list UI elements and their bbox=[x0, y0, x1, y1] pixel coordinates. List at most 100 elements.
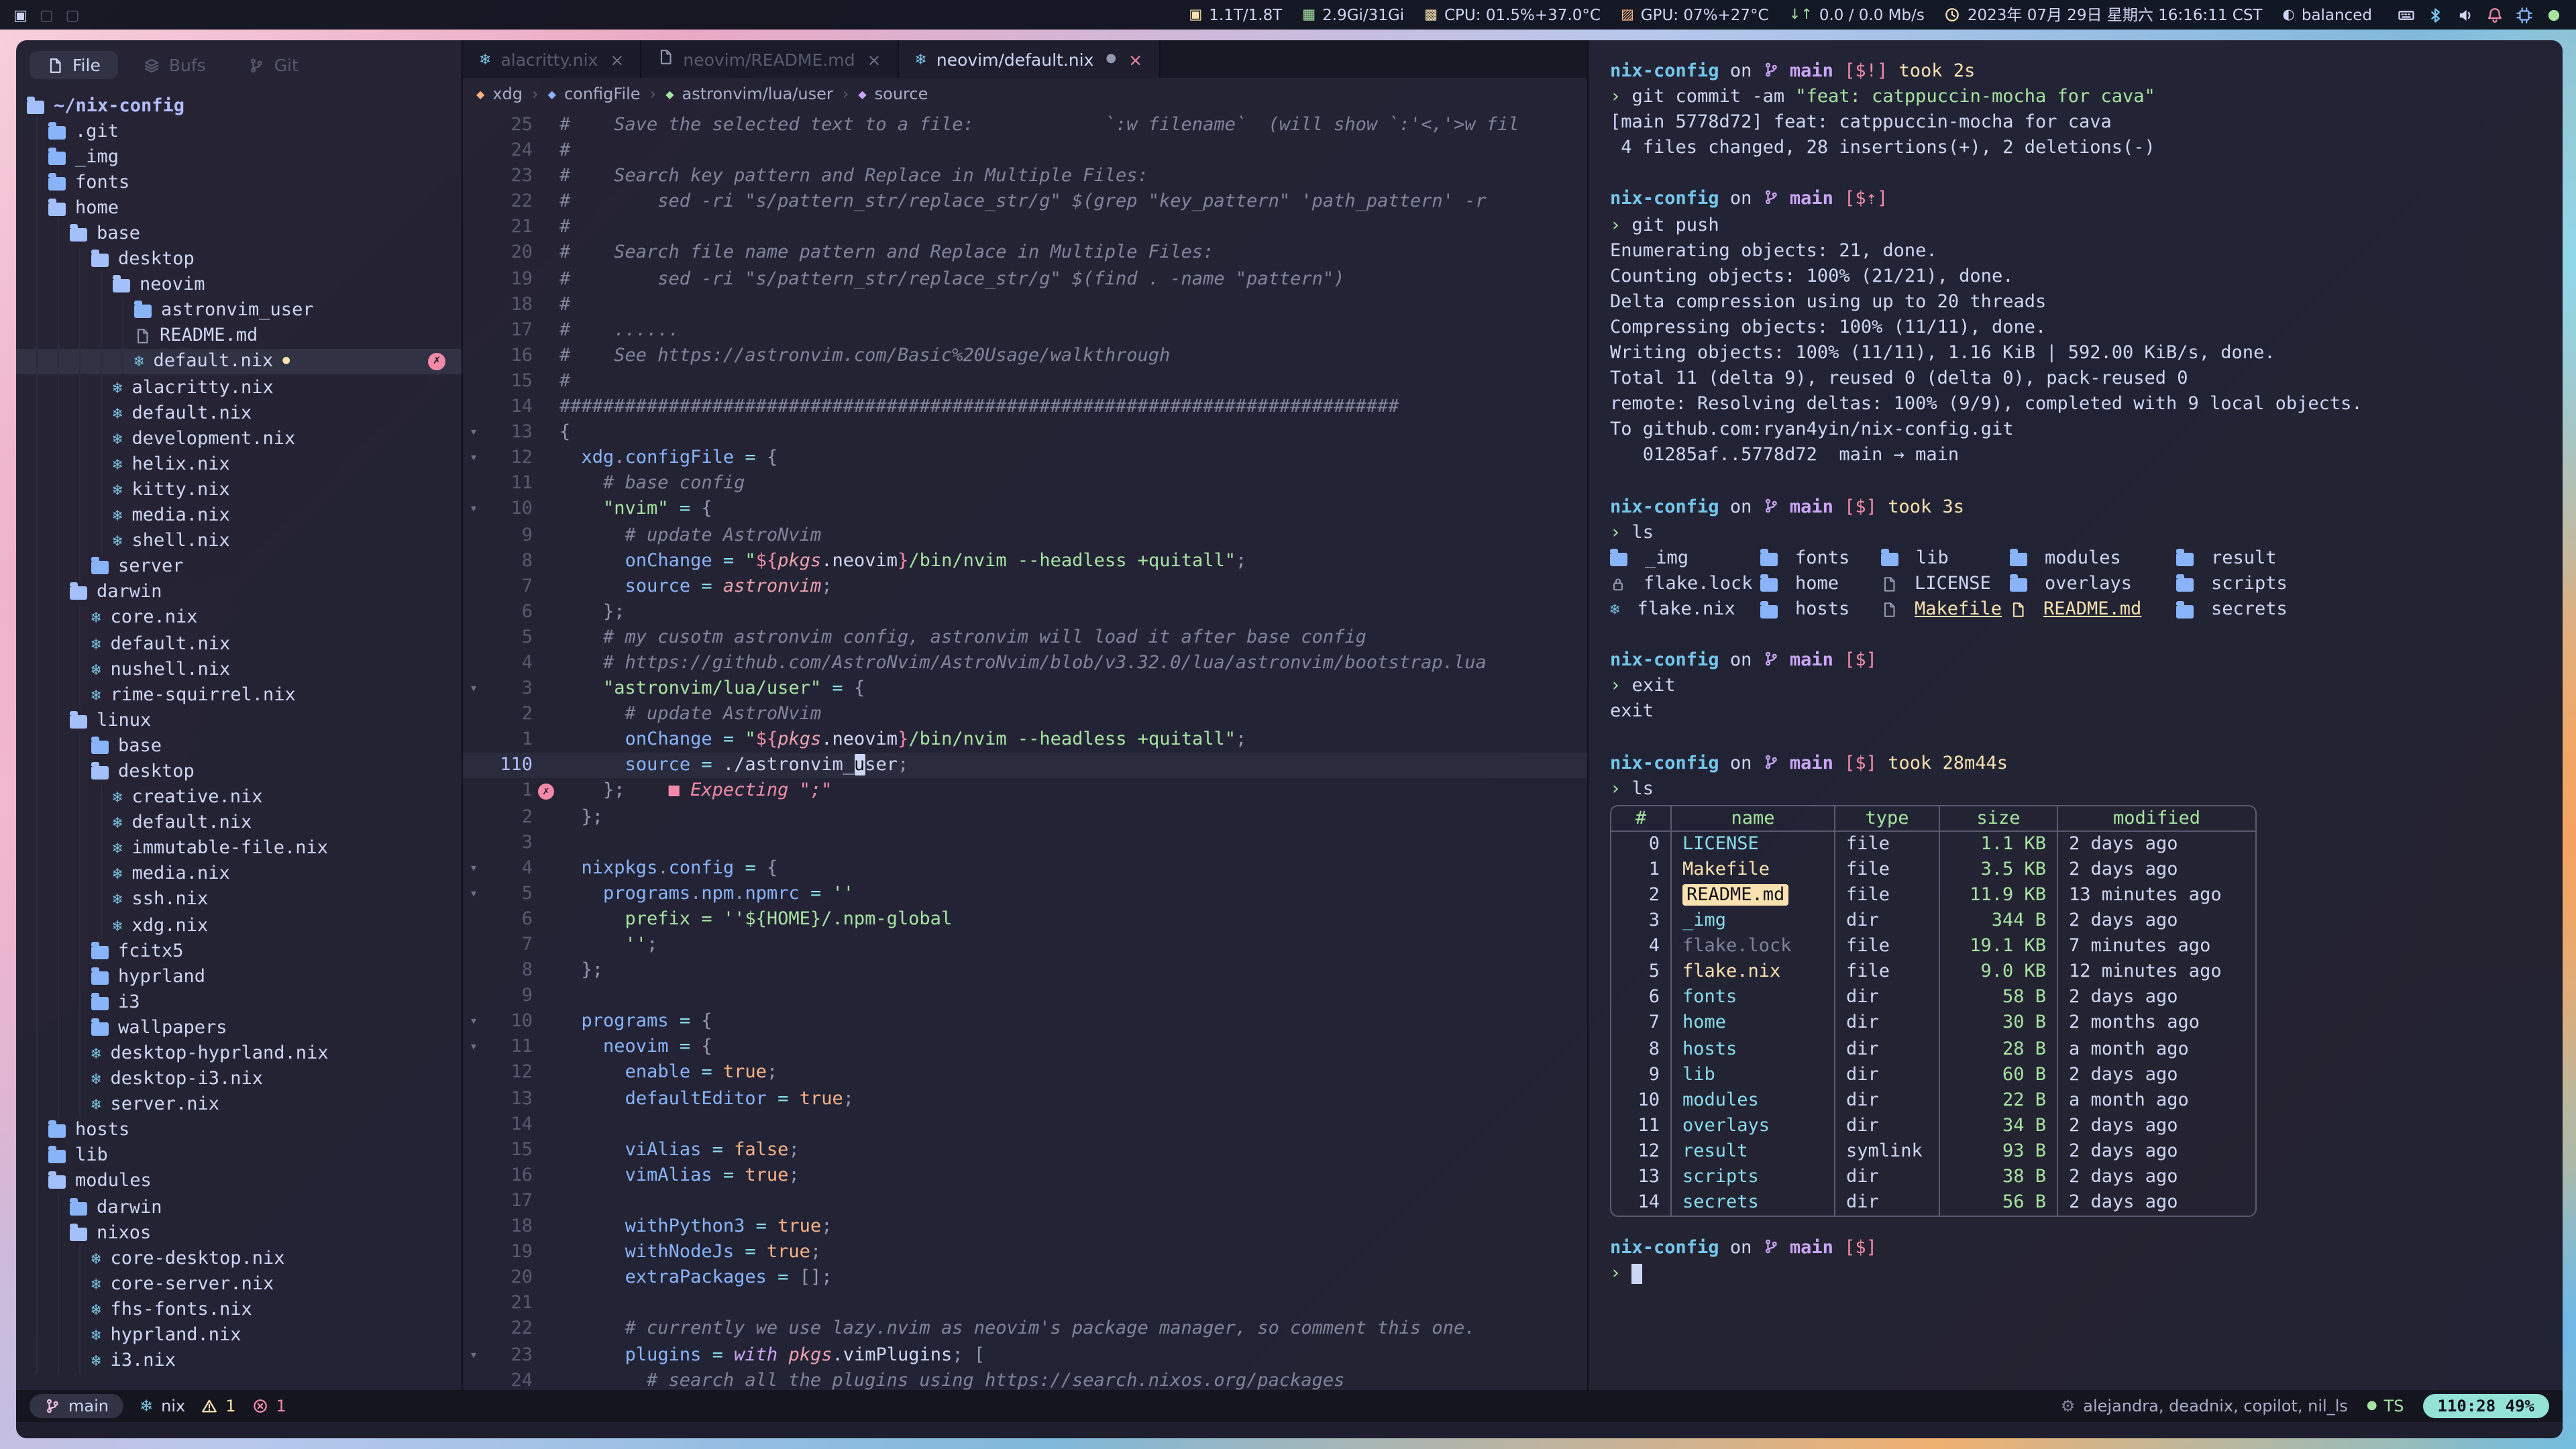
tree-item-desktop-i3.nix[interactable]: ❄desktop-i3.nix bbox=[16, 1066, 462, 1091]
buffer-tab-alacritty.nix[interactable]: ❄alacritty.nix× bbox=[463, 40, 641, 78]
app-icon-green[interactable] bbox=[2545, 6, 2563, 23]
notification-icon[interactable] bbox=[2486, 6, 2504, 23]
editor-pane[interactable]: ❄alacritty.nix×neovim/README.md×❄neovim/… bbox=[463, 40, 1589, 1390]
tree-item-hosts[interactable]: hosts bbox=[16, 1118, 462, 1143]
tree-item-~/nix-config[interactable]: ~/nix-config bbox=[16, 93, 462, 118]
tree-item-server[interactable]: server bbox=[16, 553, 462, 579]
tree-item-default.nix[interactable]: ❄default.nix●✗ bbox=[16, 349, 462, 374]
tree-item-fcitx5[interactable]: fcitx5 bbox=[16, 938, 462, 963]
tree-item-rime-squirrel.nix[interactable]: ❄rime-squirrel.nix bbox=[16, 682, 462, 707]
tree-item-fhs-fonts.nix[interactable]: ❄fhs-fonts.nix bbox=[16, 1297, 462, 1322]
terminal-pane[interactable]: nix-config on main [$!] took 2s› git com… bbox=[1589, 40, 2563, 1390]
close-icon[interactable]: × bbox=[867, 49, 881, 69]
tree-item-default.nix[interactable]: ❄default.nix bbox=[16, 810, 462, 835]
explorer-tab-file[interactable]: File bbox=[30, 51, 118, 79]
tree-item-i3[interactable]: i3 bbox=[16, 989, 462, 1015]
ls-entry-scripts: scripts bbox=[2176, 572, 2377, 597]
tree-item-server.nix[interactable]: ❄server.nix bbox=[16, 1091, 462, 1117]
code-line: 22 # currently we use lazy.nvim as neovi… bbox=[463, 1317, 1587, 1342]
tree-item-lib[interactable]: lib bbox=[16, 1143, 462, 1169]
breadcrumb-xdg[interactable]: ◆xdg bbox=[476, 85, 523, 103]
tree-item-core.nix[interactable]: ❄core.nix bbox=[16, 605, 462, 631]
nix-file-icon: ❄ bbox=[113, 890, 122, 909]
ls-entry-_img: _img bbox=[1610, 546, 1760, 572]
workspace-1[interactable]: ▣ bbox=[13, 6, 28, 23]
ls-entry-Makefile: Makefile bbox=[1881, 597, 2010, 623]
tree-item-_img[interactable]: _img bbox=[16, 144, 462, 169]
ls-entry-flake.nix: ❄flake.nix bbox=[1610, 597, 1760, 623]
tree-item-astronvim_user[interactable]: astronvim_user bbox=[16, 298, 462, 323]
buffer-tab-neovim/default.nix[interactable]: ❄neovim/default.nix●× bbox=[898, 40, 1160, 78]
tree-item-shell.nix[interactable]: ❄shell.nix bbox=[16, 528, 462, 553]
snowflake-icon: ❄ bbox=[140, 1397, 153, 1415]
folder-icon bbox=[48, 1150, 66, 1164]
tree-item-home[interactable]: home bbox=[16, 195, 462, 221]
tree-item-nushell.nix[interactable]: ❄nushell.nix bbox=[16, 656, 462, 682]
nix-file-icon: ❄ bbox=[113, 403, 122, 422]
tree-item-README.md[interactable]: README.md bbox=[16, 323, 462, 349]
breadcrumb-configFile[interactable]: ◆configFile bbox=[548, 85, 641, 103]
tree-item-core-desktop.nix[interactable]: ❄core-desktop.nix bbox=[16, 1245, 462, 1271]
tree-item-.git[interactable]: .git bbox=[16, 118, 462, 144]
volume-icon[interactable] bbox=[2457, 6, 2474, 23]
tree-item-immutable-file.nix[interactable]: ❄immutable-file.nix bbox=[16, 835, 462, 861]
tree-item-nixos[interactable]: nixos bbox=[16, 1220, 462, 1245]
tree-item-darwin[interactable]: darwin bbox=[16, 1194, 462, 1220]
tree-item-modules[interactable]: modules bbox=[16, 1169, 462, 1194]
explorer-tab-git[interactable]: Git bbox=[231, 51, 316, 79]
tree-item-base[interactable]: base bbox=[16, 221, 462, 246]
topbar-modules: ▣1.1T/1.8T▦2.9Gi/31Gi▩CPU: 01.5%+37.0°C▨… bbox=[1189, 4, 2372, 25]
tree-item-desktop[interactable]: desktop bbox=[16, 759, 462, 784]
tree-item-helix.nix[interactable]: ❄helix.nix bbox=[16, 451, 462, 477]
keyboard-icon[interactable] bbox=[2398, 6, 2415, 23]
breadcrumb-astronvim/lua/user[interactable]: ◆astronvim/lua/user bbox=[665, 85, 833, 103]
folder-open-icon bbox=[91, 766, 109, 780]
tray-icons bbox=[2398, 6, 2563, 23]
git-branch-indicator[interactable]: main bbox=[30, 1394, 123, 1418]
tree-item-wallpapers[interactable]: wallpapers bbox=[16, 1015, 462, 1040]
ls-entry-modules: modules bbox=[2010, 546, 2176, 572]
code-line: 23# Search key pattern and Replace in Mu… bbox=[463, 164, 1587, 189]
tree-item-kitty.nix[interactable]: ❄kitty.nix bbox=[16, 477, 462, 502]
tree-item-default.nix[interactable]: ❄default.nix bbox=[16, 400, 462, 425]
workspace-2[interactable]: ▢ bbox=[40, 6, 54, 23]
tree-item-desktop-hyprland.nix[interactable]: ❄desktop-hyprland.nix bbox=[16, 1040, 462, 1066]
tree-item-hyprland.nix[interactable]: ❄hyprland.nix bbox=[16, 1322, 462, 1348]
tree-item-creative.nix[interactable]: ❄creative.nix bbox=[16, 784, 462, 810]
tree-item-ssh.nix[interactable]: ❄ssh.nix bbox=[16, 887, 462, 912]
tree-item-base[interactable]: base bbox=[16, 733, 462, 759]
close-icon[interactable]: × bbox=[610, 49, 624, 69]
tree-item-i3.nix[interactable]: ❄i3.nix bbox=[16, 1348, 462, 1373]
error-badge: ✗ bbox=[428, 353, 445, 370]
tree-item-darwin[interactable]: darwin bbox=[16, 580, 462, 605]
tree-item-core-server.nix[interactable]: ❄core-server.nix bbox=[16, 1271, 462, 1297]
app-icon-blue[interactable] bbox=[2516, 6, 2533, 23]
symbol-icon: ◆ bbox=[665, 88, 674, 100]
tree-item-xdg.nix[interactable]: ❄xdg.nix bbox=[16, 912, 462, 938]
tree-item-linux[interactable]: linux bbox=[16, 708, 462, 733]
close-icon[interactable]: × bbox=[1128, 49, 1142, 69]
workspace-3[interactable]: ▢ bbox=[66, 6, 80, 23]
tree-item-hyprland[interactable]: hyprland bbox=[16, 963, 462, 989]
code-line: 24 # search all the plugins using https:… bbox=[463, 1368, 1587, 1390]
lock-icon bbox=[1610, 576, 1626, 593]
code-line: 13 defaultEditor = true; bbox=[463, 1086, 1587, 1112]
tree-item-media.nix[interactable]: ❄media.nix bbox=[16, 861, 462, 887]
lsp-tools: ⚙ alejandra, deadnix, copilot, nil_ls bbox=[2061, 1397, 2348, 1415]
folder-icon bbox=[2010, 553, 2027, 567]
tree-item-alacritty.nix[interactable]: ❄alacritty.nix bbox=[16, 374, 462, 400]
error-count[interactable]: 1 bbox=[252, 1397, 286, 1415]
explorer-tab-bufs[interactable]: Bufs bbox=[126, 51, 223, 79]
bluetooth-icon[interactable] bbox=[2427, 6, 2445, 23]
tree-item-fonts[interactable]: fonts bbox=[16, 170, 462, 195]
tree-item-default.nix[interactable]: ❄default.nix bbox=[16, 631, 462, 656]
code-area[interactable]: 25# Save the selected text to a file: `:… bbox=[463, 110, 1587, 1390]
warning-count[interactable]: 1 bbox=[201, 1397, 235, 1415]
tree-item-media.nix[interactable]: ❄media.nix bbox=[16, 502, 462, 528]
tree-item-development.nix[interactable]: ❄development.nix bbox=[16, 425, 462, 451]
tree-item-desktop[interactable]: desktop bbox=[16, 246, 462, 272]
buffer-tab-neovim/README.md[interactable]: neovim/README.md× bbox=[641, 40, 898, 78]
breadcrumb-source[interactable]: ◆source bbox=[858, 85, 928, 103]
tree-item-neovim[interactable]: neovim bbox=[16, 272, 462, 297]
folder-open-icon bbox=[113, 279, 130, 292]
